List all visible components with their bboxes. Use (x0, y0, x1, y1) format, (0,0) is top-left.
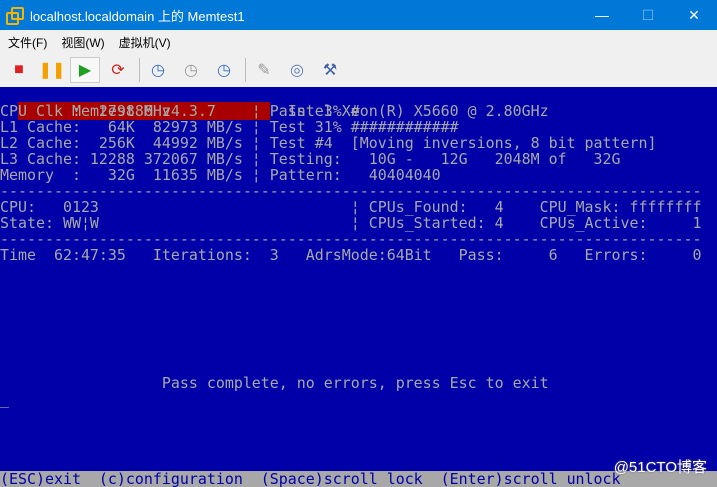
usb-settings-button[interactable]: ⚒ (315, 57, 345, 83)
console-line: CPU Clk : 2798 MHz ¦ Pass 3% # (0, 102, 360, 120)
console-line: L1 Cache: 64K 82973 MB/s ¦ Test 31% ####… (0, 118, 459, 136)
maximize-button[interactable]: ☐ (625, 0, 671, 30)
snapshot-icon: ◷ (151, 62, 165, 79)
console-line: State: WW¦W ¦ CPUs_Started: 4 CPUs_Activ… (0, 214, 702, 232)
revert-snapshot-icon: ◷ (184, 62, 198, 79)
toolbar-separator (245, 58, 246, 82)
pause-icon: ❚❚ (38, 62, 66, 79)
toolbar-separator (139, 58, 140, 82)
console-line: L2 Cache: 256K 44992 MB/s ¦ Test #4 [Mov… (0, 134, 657, 152)
usb-settings-icon: ⚒ (322, 62, 338, 79)
play-icon: ▶ (78, 62, 92, 79)
console-line: Memory : 32G 11635 MB/s ¦ Pattern: 40404… (0, 166, 441, 184)
pause-button[interactable]: ❚❚ (37, 57, 67, 83)
watermark: @51CTO博客 (613, 459, 707, 476)
key-help-footer: (ESC)exit (c)configuration (Space)scroll… (0, 471, 717, 487)
console-line: ----------------------------------------… (0, 182, 702, 200)
minimize-button[interactable]: — (579, 0, 625, 30)
stop-button[interactable]: ■ (4, 57, 34, 83)
manage-snapshots-button[interactable]: ◷ (209, 57, 239, 83)
manage-snapshots-icon: ◷ (217, 62, 231, 79)
cd-settings-icon: ◎ (290, 62, 304, 79)
floppy-settings-icon: ✎ (257, 62, 271, 79)
vmware-app-icon (6, 7, 24, 25)
play-button[interactable]: ▶ (70, 57, 100, 83)
vm-console[interactable]: Memtest86 v4.3.7 Intel Xeon(R) X5660 @ 2… (0, 87, 717, 487)
close-button[interactable]: ✕ (671, 0, 717, 30)
window-title: localhost.localdomain 上的 Memtest1 (30, 8, 245, 24)
toolbar: ■ ❚❚ ▶ ⟳ ◷ ◷ ◷ ✎ ◎ ⚒ (0, 55, 717, 85)
console-line: CPU: 0123 ¦ CPUs_Found: 4 CPU_Mask: ffff… (0, 198, 702, 216)
console-line: Time 62:47:35 Iterations: 3 AdrsMode:64B… (0, 246, 702, 264)
stop-icon: ■ (14, 61, 24, 78)
reset-icon: ⟳ (111, 62, 125, 79)
floppy-settings-button[interactable]: ✎ (249, 57, 279, 83)
menu-vm[interactable]: 虚拟机(V) (111, 34, 177, 51)
cd-settings-button[interactable]: ◎ (282, 57, 312, 83)
reset-button[interactable]: ⟳ (103, 57, 133, 83)
revert-snapshot-button[interactable]: ◷ (176, 57, 206, 83)
menu-file[interactable]: 文件(F) (0, 34, 53, 51)
menu-view[interactable]: 视图(W) (53, 34, 110, 51)
console-line: ----------------------------------------… (0, 230, 702, 248)
console-line: L3 Cache: 12288 372067 MB/s ¦ Testing: 1… (0, 150, 621, 168)
menu-bar: 文件(F) 视图(W) 虚拟机(V) (0, 30, 717, 55)
title-bar: localhost.localdomain 上的 Memtest1 — ☐ ✕ (0, 0, 717, 30)
pass-complete-message: Pass complete, no errors, press Esc to e… (0, 374, 549, 392)
snapshot-button[interactable]: ◷ (143, 57, 173, 83)
text-cursor: _ (0, 390, 9, 408)
